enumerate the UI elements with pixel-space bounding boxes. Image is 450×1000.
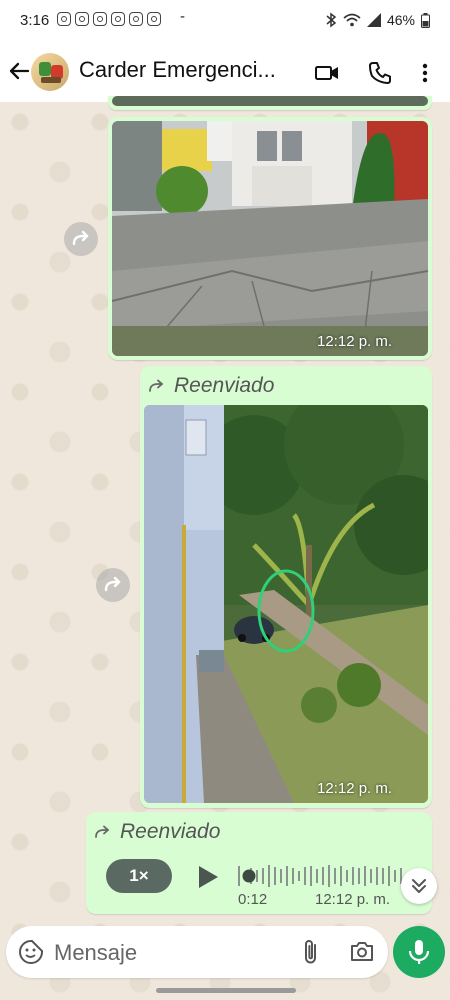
voice-waveform[interactable] — [236, 862, 412, 890]
playback-speed-button[interactable]: 1× — [106, 859, 172, 893]
message-photo[interactable] — [144, 405, 428, 803]
message-bubble-partial[interactable] — [108, 96, 432, 110]
message-time: 12:12 p. m. — [315, 891, 391, 908]
instagram-notification-icon — [129, 12, 143, 26]
mic-button[interactable] — [393, 926, 445, 978]
voice-duration: 0:12 — [238, 891, 268, 908]
message-voice-bubble[interactable]: Reenviado 1× 0:12 12:12 p. m. — [86, 812, 432, 914]
phone-icon[interactable] — [367, 60, 393, 86]
status-dash: - — [180, 8, 185, 25]
message-image-bubble[interactable]: 12:12 p. m. — [108, 117, 432, 360]
battery-percent: 46% — [386, 12, 415, 28]
play-icon[interactable] — [196, 864, 220, 890]
forward-shortcut-button[interactable] — [64, 222, 98, 256]
notification-icons — [57, 12, 161, 26]
status-bar: 3:16 - 46% — [0, 0, 450, 42]
back-arrow-icon[interactable] — [6, 58, 32, 84]
forwarded-label: Reenviado — [148, 374, 274, 398]
forward-icon — [104, 576, 121, 592]
forwarded-icon — [95, 825, 110, 838]
more-vert-icon[interactable] — [412, 60, 438, 86]
playback-speed-label: 1× — [129, 866, 149, 885]
wifi-icon — [343, 13, 361, 27]
forwarded-label-text: Reenviado — [120, 820, 221, 843]
instagram-notification-icon — [111, 12, 125, 26]
forwarded-icon — [149, 379, 164, 392]
message-photo[interactable] — [112, 121, 428, 356]
scroll-to-bottom-button[interactable] — [401, 868, 437, 904]
camera-icon[interactable] — [349, 939, 375, 963]
sticker-icon[interactable] — [18, 939, 44, 965]
forwarded-label-text: Reenviado — [174, 374, 275, 397]
chat-title[interactable]: Carder Emergenci... — [79, 57, 289, 83]
message-composer — [6, 926, 388, 978]
attach-icon[interactable] — [300, 938, 322, 966]
message-input[interactable] — [52, 936, 286, 970]
battery-icon — [421, 12, 430, 28]
double-chevron-down-icon — [412, 879, 426, 893]
signal-icon — [366, 13, 381, 27]
status-right: 46% — [325, 12, 430, 28]
mic-icon — [408, 940, 430, 964]
avatar[interactable] — [31, 53, 69, 91]
instagram-notification-icon — [147, 12, 161, 26]
message-time: 12:12 p. m. — [317, 333, 393, 350]
forward-shortcut-button[interactable] — [96, 568, 130, 602]
system-nav-handle[interactable] — [156, 988, 296, 993]
status-time: 3:16 — [20, 12, 50, 29]
message-time: 12:12 p. m. — [317, 780, 393, 797]
photo-garden-path — [144, 405, 428, 803]
video-call-icon[interactable] — [314, 60, 340, 86]
bluetooth-icon — [326, 12, 337, 28]
instagram-notification-icon — [57, 12, 71, 26]
message-forwarded-image-bubble[interactable]: Reenviado 12:12 p. m. — [140, 366, 432, 808]
instagram-notification-icon — [93, 12, 107, 26]
chat-header: Carder Emergenci... — [0, 42, 450, 103]
forwarded-label: Reenviado — [94, 820, 220, 844]
forward-icon — [72, 230, 89, 246]
instagram-notification-icon — [75, 12, 89, 26]
photo-street-houses — [112, 121, 428, 356]
